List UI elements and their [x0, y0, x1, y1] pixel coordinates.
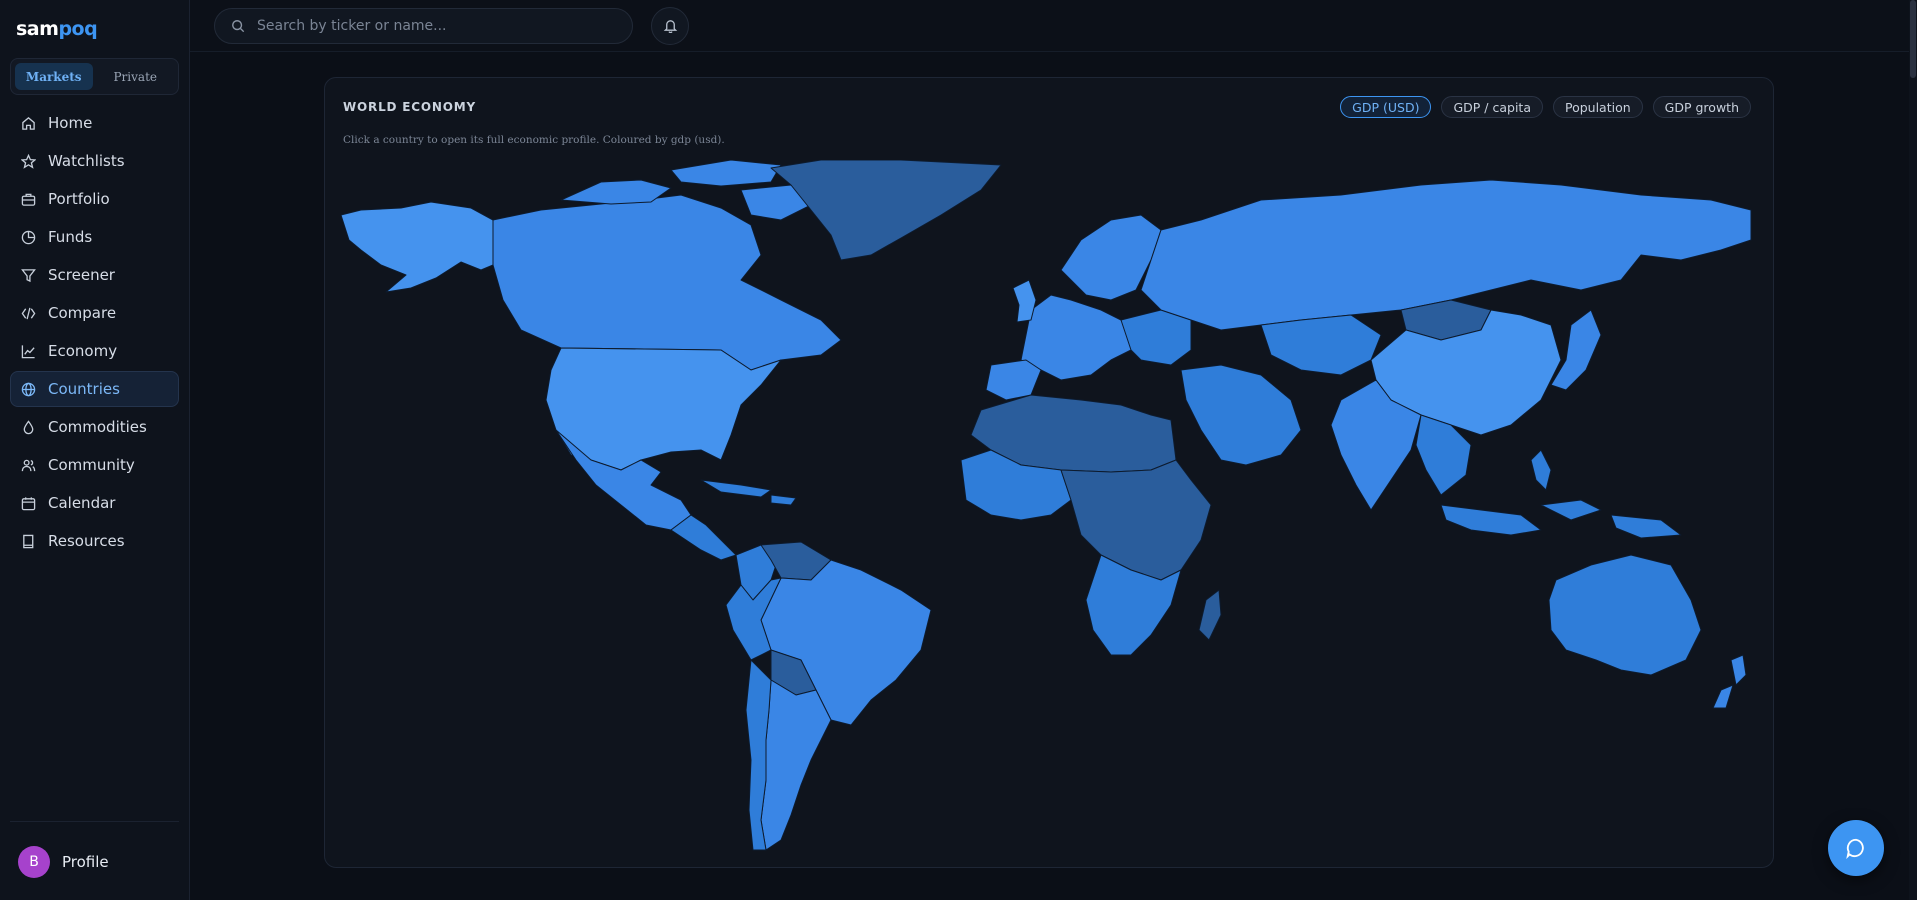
country-new-zealand[interactable]: [1712, 654, 1747, 709]
profile-button[interactable]: B Profile: [18, 846, 109, 878]
country-spain[interactable]: [985, 359, 1042, 401]
world-map[interactable]: [341, 160, 1757, 860]
sidebar-item-portfolio[interactable]: Portfolio: [10, 181, 179, 217]
country-philippines[interactable]: [1530, 449, 1552, 491]
sidebar-item-label: Economy: [48, 342, 118, 360]
metric-population-button[interactable]: Population: [1552, 96, 1643, 118]
brand-logo-part2: poq: [58, 18, 98, 40]
briefcase-icon: [21, 193, 36, 206]
country-kazakhstan[interactable]: [1260, 314, 1382, 376]
sidebar-item-label: Calendar: [48, 494, 116, 512]
sidebar-item-label: Funds: [48, 228, 93, 246]
calendar-icon: [21, 496, 36, 510]
sidebar-item-screener[interactable]: Screener: [10, 257, 179, 293]
sidebar-item-label: Home: [48, 114, 93, 132]
country-canada[interactable]: [492, 194, 842, 371]
home-icon: [22, 116, 35, 130]
sidebar: sam poq Markets Private Home Watchlists P…: [0, 0, 190, 900]
avatar: B: [18, 846, 50, 878]
sidebar-item-calendar[interactable]: Calendar: [10, 485, 179, 521]
metric-gdp-per-capita-button[interactable]: GDP / capita: [1441, 96, 1543, 118]
country-alaska[interactable]: [341, 201, 494, 293]
metric-gdp-growth-button[interactable]: GDP growth: [1652, 96, 1751, 118]
metric-gdp-usd-button[interactable]: GDP (USD): [1340, 96, 1432, 118]
sidebar-item-label: Portfolio: [48, 190, 110, 208]
country-indonesia[interactable]: [1440, 499, 1682, 539]
sidebar-item-countries[interactable]: Countries: [10, 371, 179, 407]
sidebar-item-home[interactable]: Home: [10, 105, 179, 141]
droplet-icon: [23, 419, 34, 434]
sidebar-item-watchlists[interactable]: Watchlists: [10, 143, 179, 179]
sidebar-item-funds[interactable]: Funds: [10, 219, 179, 255]
notifications-button[interactable]: [651, 6, 689, 45]
users-icon: [21, 459, 36, 471]
sidebar-item-resources[interactable]: Resources: [10, 523, 179, 559]
search-icon: [232, 19, 245, 32]
metric-selector: GDP (USD) GDP / capita Population GDP gr…: [1340, 96, 1751, 118]
country-australia[interactable]: [1548, 554, 1702, 676]
sidebar-item-label: Community: [48, 456, 135, 474]
pie-chart-icon: [21, 230, 36, 244]
search-box[interactable]: [214, 7, 633, 44]
chat-bubble-icon: [1846, 838, 1864, 859]
sidebar-item-label: Resources: [48, 532, 125, 550]
sidebar-nav: Home Watchlists Portfolio Funds Screener…: [10, 105, 179, 559]
mode-private-button[interactable]: Private: [97, 63, 175, 90]
country-middle-east[interactable]: [1180, 364, 1302, 466]
country-united-kingdom[interactable]: [1012, 279, 1037, 323]
profile-label: Profile: [62, 853, 109, 871]
star-icon: [21, 153, 36, 169]
filter-icon: [21, 268, 36, 282]
chat-button[interactable]: [1828, 820, 1884, 876]
sidebar-item-label: Commodities: [48, 418, 147, 436]
sidebar-item-community[interactable]: Community: [10, 447, 179, 483]
country-central-africa[interactable]: [1060, 459, 1212, 581]
country-greenland[interactable]: [770, 160, 1002, 261]
country-eastern-europe[interactable]: [1120, 309, 1192, 366]
topbar: [190, 0, 1917, 52]
card-title: WORLD ECONOMY: [343, 100, 476, 114]
sidebar-item-commodities[interactable]: Commodities: [10, 409, 179, 445]
sidebar-item-label: Watchlists: [48, 152, 125, 170]
bell-icon: [663, 20, 677, 33]
scrollbar-thumb[interactable]: [1910, 0, 1916, 78]
sidebar-item-label: Compare: [48, 304, 117, 322]
sidebar-item-label: Countries: [48, 380, 120, 398]
main-content: WORLD ECONOMY GDP (USD) GDP / capita Pop…: [190, 0, 1917, 900]
country-argentina[interactable]: [760, 679, 832, 851]
brand-logo-part1: sam: [16, 18, 59, 40]
mode-markets-button[interactable]: Markets: [15, 63, 93, 90]
app-root: sam poq Markets Private Home Watchlists P…: [0, 0, 1917, 900]
scrollbar-track[interactable]: [1909, 0, 1917, 900]
code-icon: [21, 307, 36, 319]
search-input[interactable]: [257, 17, 597, 34]
book-icon: [23, 534, 34, 548]
sidebar-item-compare[interactable]: Compare: [10, 295, 179, 331]
sidebar-item-economy[interactable]: Economy: [10, 333, 179, 369]
brand-logo[interactable]: sam poq: [10, 0, 179, 58]
country-western-europe[interactable]: [1020, 294, 1142, 381]
world-economy-card: WORLD ECONOMY GDP (USD) GDP / capita Pop…: [324, 77, 1774, 868]
line-chart-icon: [21, 344, 35, 358]
sidebar-item-label: Screener: [48, 266, 115, 284]
globe-icon: [21, 382, 36, 396]
sidebar-divider: [10, 821, 179, 822]
country-madagascar[interactable]: [1198, 589, 1222, 641]
card-subtitle: Click a country to open its full economi…: [343, 134, 725, 146]
country-caribbean[interactable]: [700, 479, 797, 506]
mode-toggle: Markets Private: [10, 58, 179, 95]
